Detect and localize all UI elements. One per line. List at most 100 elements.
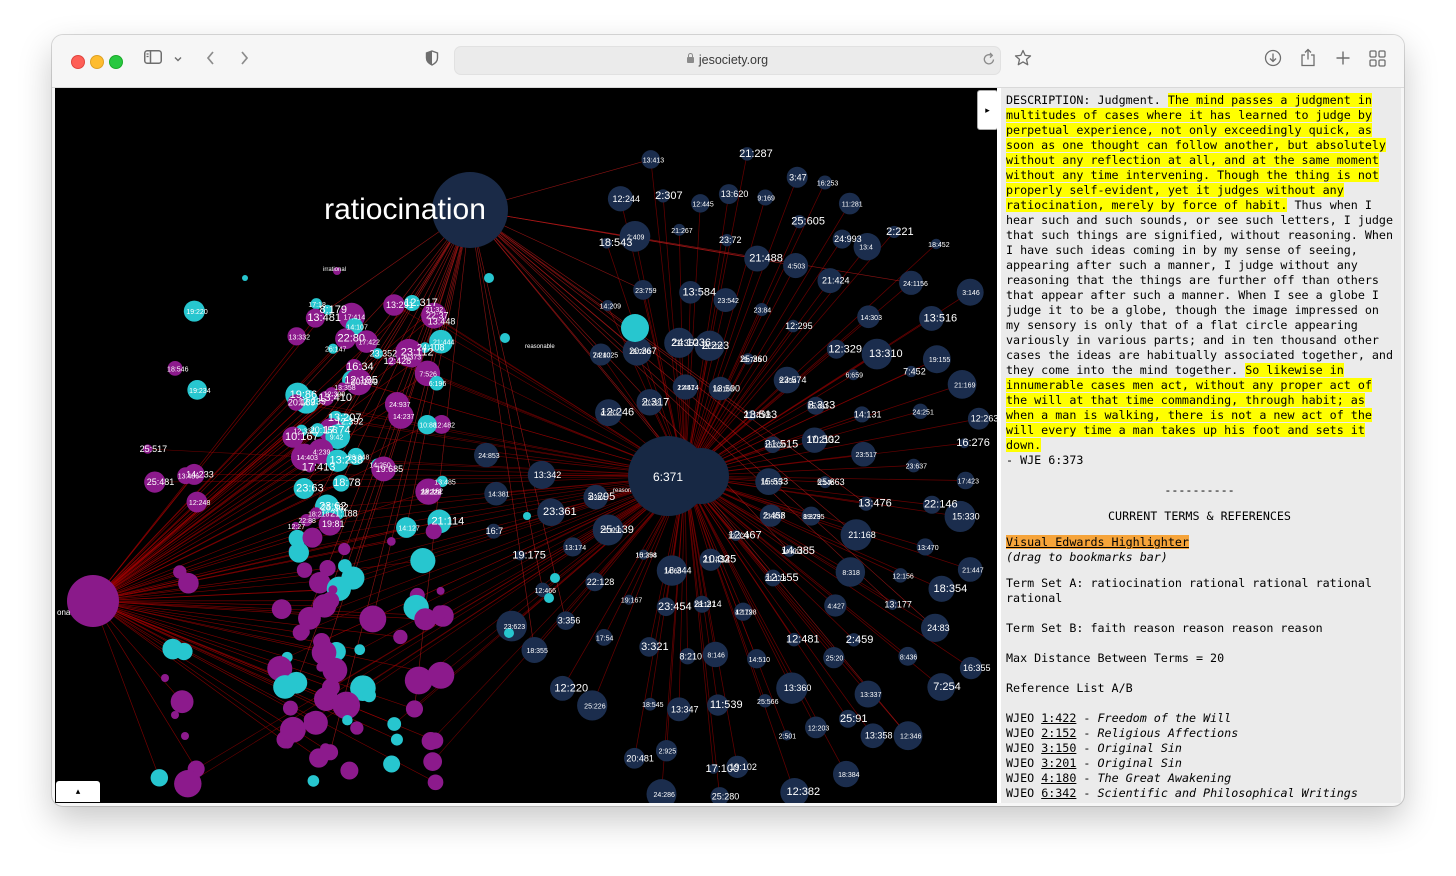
controls-toggle-button[interactable]: ▴ (56, 781, 100, 802)
term-b-node[interactable] (342, 714, 353, 726)
reference-node[interactable] (523, 512, 531, 520)
term-a-node[interactable] (393, 629, 408, 645)
node-label: 25:605 (791, 216, 825, 228)
edge-line (92, 491, 429, 602)
reload-icon[interactable] (982, 51, 996, 67)
term-b-node[interactable] (150, 769, 169, 787)
reference-link[interactable]: 1:422 (1041, 711, 1076, 725)
node-label: 23:72 (719, 235, 742, 245)
node-label: 3:146 (962, 290, 980, 297)
node-label: 18:354 (934, 583, 968, 595)
term-a-node[interactable] (405, 700, 424, 718)
term-a-node[interactable] (414, 608, 437, 631)
network-visualization[interactable]: 12:246 20:22 12:474 13:500 13:513 16:320 15:53… (55, 88, 997, 803)
new-tab-icon[interactable] (1335, 50, 1351, 66)
forward-button[interactable] (237, 50, 251, 66)
reference-link[interactable]: 6:342 (1041, 786, 1076, 800)
node-label: 13:332 (289, 334, 311, 341)
term-a-node[interactable] (338, 542, 351, 556)
tab-overview-icon[interactable] (1369, 50, 1386, 67)
sidebar-toggle-icon[interactable] (144, 50, 162, 64)
term-a-node[interactable] (350, 721, 364, 735)
share-icon[interactable] (1300, 48, 1316, 67)
term-a-node[interactable] (296, 562, 313, 578)
source-term-node[interactable] (67, 575, 119, 627)
reference-node[interactable] (171, 711, 179, 719)
node-label: 7:526 (419, 371, 437, 378)
edge-line (92, 600, 436, 783)
term-a-node[interactable] (322, 657, 348, 683)
node-label: 18:200 (629, 349, 651, 356)
term-a-node[interactable] (309, 748, 329, 768)
reference-link[interactable]: 7:479 (1041, 801, 1076, 803)
reference-node[interactable] (621, 314, 649, 342)
term-b-node[interactable] (175, 642, 193, 661)
node-label: 16:276 (956, 437, 990, 449)
term-a-node[interactable] (298, 626, 310, 638)
privacy-shield-icon[interactable] (425, 50, 439, 66)
reference-link[interactable]: 2:152 (1041, 726, 1076, 740)
term-b-node[interactable] (307, 775, 320, 787)
term-b-node[interactable] (387, 717, 402, 731)
highlighter-bookmarklet-link[interactable]: Visual Edwards Highlighter (1006, 535, 1189, 549)
term-a-node[interactable] (178, 572, 199, 594)
node-label: 24:853 (478, 453, 500, 460)
node-label: 2:221 (886, 226, 914, 238)
term-a-node[interactable] (404, 666, 433, 695)
term-a-node[interactable] (436, 586, 445, 595)
node-label: 2:925 (659, 749, 677, 756)
close-window-button[interactable] (71, 55, 85, 69)
term-b-node[interactable] (362, 688, 376, 703)
term-a-node[interactable] (302, 527, 323, 548)
term-b-node[interactable] (410, 548, 436, 574)
term-a-node[interactable] (423, 752, 443, 771)
minimize-window-button[interactable] (90, 55, 104, 69)
node-label: 14:381 (488, 492, 510, 499)
reference-node[interactable] (484, 273, 494, 283)
panel-toggle-button[interactable]: ▸ (977, 90, 997, 130)
reference-link[interactable]: 4:180 (1041, 771, 1076, 785)
node-label: 21:287 (739, 148, 773, 160)
zoom-window-button[interactable] (109, 55, 123, 69)
node-label: 25:650 (600, 528, 622, 535)
node-label: 14:237 (393, 414, 415, 421)
node-label: 14:107 (346, 325, 368, 332)
term-a-node[interactable] (427, 774, 444, 791)
term-b-node[interactable] (273, 675, 297, 699)
term-a-node[interactable] (174, 770, 202, 798)
term-a-node[interactable] (170, 690, 194, 714)
term-a-node[interactable] (421, 731, 440, 751)
term-a-node[interactable] (282, 700, 298, 716)
term-b-node[interactable] (354, 644, 366, 656)
term-a-node[interactable] (303, 710, 328, 735)
download-icon[interactable] (1264, 49, 1282, 67)
bookmark-star-icon[interactable] (1014, 49, 1032, 67)
term-a-node[interactable] (271, 599, 292, 620)
node-label: reason (613, 488, 631, 494)
term-a-node[interactable] (332, 691, 361, 720)
node-label: 12:329 (828, 343, 862, 355)
node-label: 17:413 (302, 461, 336, 473)
term-b-node[interactable] (383, 755, 401, 773)
term-b-node[interactable] (390, 733, 403, 746)
network-graph[interactable]: 12:24620:2212:474 13:50013:51316:32015:53… (55, 88, 997, 803)
reference-link[interactable]: 3:150 (1041, 741, 1076, 755)
term-a-node[interactable] (359, 605, 387, 633)
term-a-node[interactable] (340, 761, 359, 780)
address-bar[interactable]: jesociety.org (454, 46, 1001, 75)
reference-link[interactable]: 3:201 (1041, 756, 1076, 770)
chevron-down-icon[interactable] (172, 51, 184, 63)
node-label: 14:510 (749, 657, 771, 664)
node-label: 3:47 (789, 172, 807, 182)
node-label: 2:501 (779, 733, 797, 740)
reference-node[interactable] (646, 779, 677, 803)
term-a-node[interactable] (282, 738, 293, 749)
reference-node[interactable] (161, 674, 169, 682)
reference-node[interactable] (550, 573, 560, 583)
reference-node[interactable] (242, 275, 248, 281)
term-a-node[interactable] (386, 537, 396, 546)
reference-node[interactable] (500, 333, 510, 343)
back-button[interactable] (204, 50, 218, 66)
reference-node[interactable] (181, 732, 189, 740)
term-b-node[interactable] (288, 542, 309, 563)
